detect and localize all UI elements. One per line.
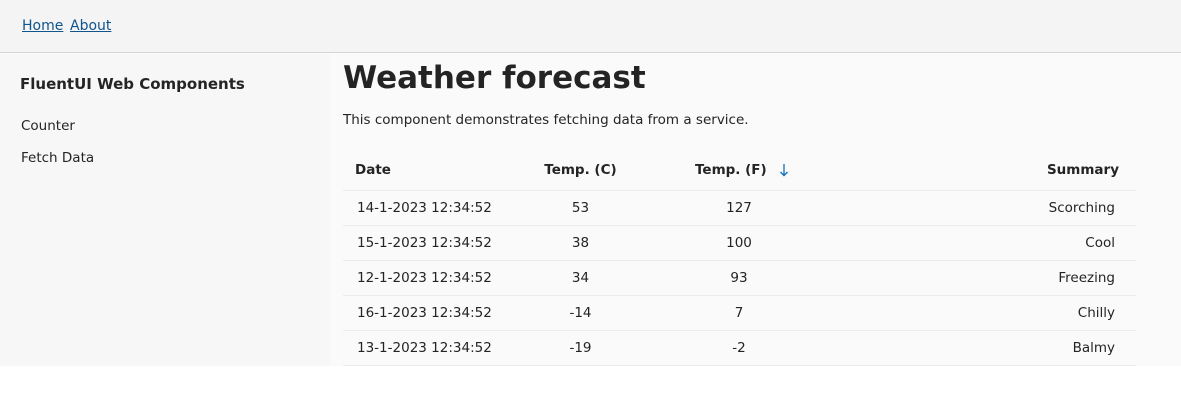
cell-temp-c: -19 <box>569 340 592 356</box>
cell-temp-f: 93 <box>730 270 748 286</box>
table-row: 13-1-2023 12:34:52 -19 -2 Balmy <box>343 331 1136 366</box>
arrow-down-icon <box>779 163 789 177</box>
column-header-temp-c[interactable]: Temp. (C) <box>528 150 633 190</box>
sidebar-item-fetch-data[interactable]: Fetch Data <box>21 150 94 166</box>
cell-summary: Freezing <box>1058 270 1115 286</box>
cell-summary: Scorching <box>1048 200 1115 216</box>
app-brand: FluentUI Web Components <box>20 75 245 93</box>
cell-temp-f: 7 <box>734 305 744 321</box>
cell-date: 15-1-2023 12:34:52 <box>357 235 492 251</box>
cell-date: 16-1-2023 12:34:52 <box>357 305 492 321</box>
cell-summary: Chilly <box>1077 305 1115 321</box>
cell-date: 12-1-2023 12:34:52 <box>357 270 492 286</box>
sidebar: FluentUI Web Components Counter Fetch Da… <box>0 54 330 366</box>
weather-data-grid: Date Temp. (C) Temp. (F) Summary 14-1-20… <box>343 150 1136 366</box>
cell-summary: Cool <box>1085 235 1115 251</box>
home-link[interactable]: Home <box>22 18 63 34</box>
sidebar-item-counter[interactable]: Counter <box>21 118 75 134</box>
cell-date: 13-1-2023 12:34:52 <box>357 340 492 356</box>
page-title: Weather forecast <box>343 60 646 96</box>
cell-temp-f: 100 <box>726 235 752 251</box>
cell-temp-c: -14 <box>569 305 592 321</box>
cell-temp-c: 38 <box>571 235 590 251</box>
column-header-temp-f-label: Temp. (F) <box>695 162 767 178</box>
app-shell: Home About FluentUI Web Components Count… <box>0 0 1181 366</box>
column-header-temp-f[interactable]: Temp. (F) <box>683 150 813 190</box>
column-header-date[interactable]: Date <box>355 150 525 190</box>
table-row: 12-1-2023 12:34:52 34 93 Freezing <box>343 261 1136 296</box>
cell-temp-f: 127 <box>726 200 752 216</box>
cell-temp-c: 34 <box>571 270 590 286</box>
table-row: 16-1-2023 12:34:52 -14 7 Chilly <box>343 296 1136 331</box>
cell-date: 14-1-2023 12:34:52 <box>357 200 492 216</box>
main-content: Weather forecast This component demonstr… <box>330 54 1181 366</box>
cell-summary: Balmy <box>1072 340 1115 356</box>
cell-temp-c: 53 <box>571 200 590 216</box>
table-row: 15-1-2023 12:34:52 38 100 Cool <box>343 226 1136 261</box>
intro-text: This component demonstrates fetching dat… <box>343 112 749 128</box>
about-link[interactable]: About <box>70 18 111 34</box>
cell-temp-f: -2 <box>732 340 746 356</box>
table-row: 14-1-2023 12:34:52 53 127 Scorching <box>343 191 1136 226</box>
grid-header-row: Date Temp. (C) Temp. (F) Summary <box>343 150 1136 191</box>
top-nav-bar: Home About <box>0 0 1181 53</box>
column-header-summary[interactable]: Summary <box>969 150 1119 190</box>
